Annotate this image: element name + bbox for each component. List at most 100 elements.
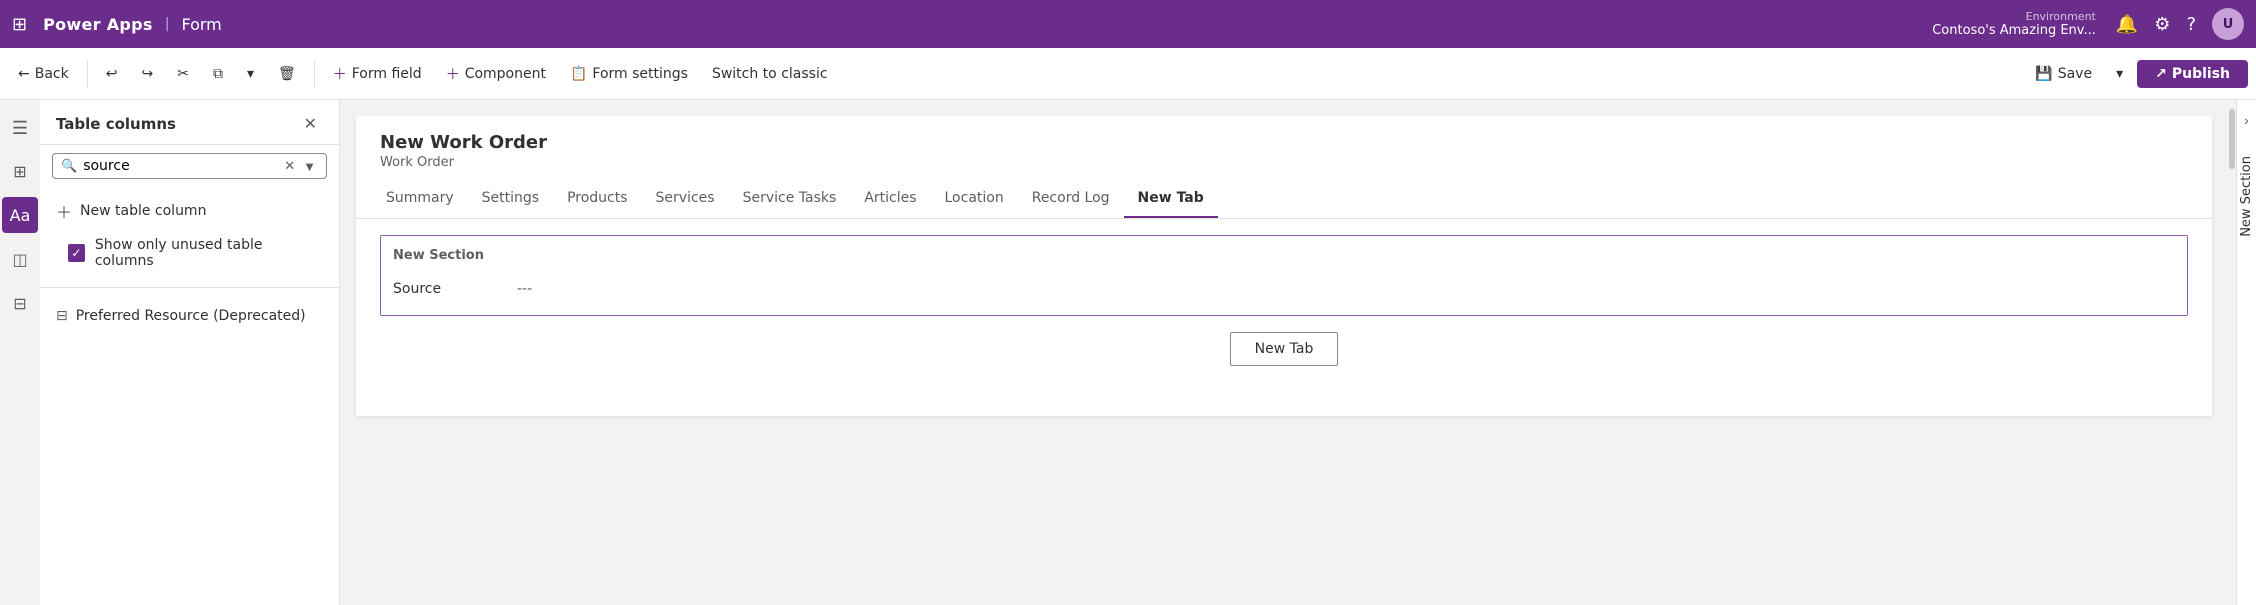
cut-icon: ✂ <box>177 66 189 82</box>
show-unused-label: Show only unused table columns <box>95 237 311 269</box>
plus-icon-new-column: ＋ <box>56 199 72 223</box>
publish-button[interactable]: ↗ Publish <box>2137 60 2248 88</box>
publish-label: Publish <box>2172 66 2230 82</box>
env-name: Contoso's Amazing Env... <box>1932 23 2096 38</box>
form-title-area: New Work Order Work Order <box>356 116 2212 170</box>
back-button[interactable]: ← Back <box>8 60 79 88</box>
settings-icon[interactable]: ⚙ <box>2154 14 2170 35</box>
tab-services[interactable]: Services <box>642 180 729 218</box>
avatar[interactable]: U <box>2212 8 2244 40</box>
search-filter-button[interactable]: ▼ <box>301 159 318 174</box>
table-columns-panel: Table columns ✕ 🔍 ✕ ▼ ＋ New table column… <box>40 100 340 605</box>
back-arrow-icon: ← <box>18 66 30 82</box>
delete-button[interactable]: 🗑 <box>268 60 306 88</box>
form-settings-button[interactable]: 📋 Form settings <box>560 60 698 88</box>
new-table-column-button[interactable]: ＋ New table column <box>52 191 327 231</box>
dropdown-arrow-icon: ▾ <box>247 66 254 82</box>
delete-icon: 🗑 <box>278 66 296 82</box>
search-icon: 🔍 <box>61 159 77 174</box>
top-navigation: ⊞ Power Apps | Form Environment Contoso'… <box>0 0 2256 48</box>
field-label: Source <box>393 281 493 297</box>
copy-button[interactable]: ⧉ <box>203 60 233 88</box>
help-icon[interactable]: ? <box>2186 14 2196 35</box>
form-content: New Section Source --- New Tab <box>356 219 2212 382</box>
form-field-label: Form field <box>352 66 422 82</box>
column-list: ⊟ Preferred Resource (Deprecated) <box>40 296 339 336</box>
form-label: Form <box>181 15 221 34</box>
plus-icon-component: ＋ <box>446 64 460 84</box>
publish-icon: ↗ <box>2155 66 2167 82</box>
search-input[interactable] <box>83 158 278 174</box>
save-dropdown-button[interactable]: ▾ <box>2106 60 2133 88</box>
tab-summary[interactable]: Summary <box>372 180 468 218</box>
form-settings-icon: 📋 <box>570 66 587 82</box>
tab-location[interactable]: Location <box>931 180 1018 218</box>
new-tab-button-container: New Tab <box>380 332 2188 366</box>
undo-button[interactable]: ↩ <box>96 60 128 88</box>
add-form-field-button[interactable]: ＋ Form field <box>323 58 432 90</box>
save-label: Save <box>2058 66 2092 82</box>
switch-to-classic-button[interactable]: Switch to classic <box>702 60 838 88</box>
nav-icons: 🔔 ⚙ ? U <box>2116 8 2244 40</box>
search-bar: 🔍 ✕ ▼ <box>52 153 327 179</box>
column-item-label: Preferred Resource (Deprecated) <box>76 308 306 324</box>
list-item[interactable]: ⊟ Preferred Resource (Deprecated) <box>52 300 327 332</box>
form-settings-label: Form settings <box>592 66 688 82</box>
toolbar-divider-1 <box>87 60 88 88</box>
right-panel-section-label: New Section <box>2237 148 2256 245</box>
new-tab-button[interactable]: New Tab <box>1230 332 1339 366</box>
paste-dropdown-button[interactable]: ▾ <box>237 60 264 88</box>
field-value: --- <box>517 281 532 297</box>
tab-service-tasks[interactable]: Service Tasks <box>729 180 851 218</box>
scrollbar-thumb[interactable] <box>2229 109 2235 169</box>
app-grid-icon[interactable]: ⊞ <box>12 14 27 35</box>
show-unused-checkbox-row[interactable]: ✓ Show only unused table columns <box>64 231 315 275</box>
environment-block: Environment Contoso's Amazing Env... <box>1932 10 2096 38</box>
tab-new-tab[interactable]: New Tab <box>1124 180 1218 218</box>
collapse-sidebar-button[interactable]: ☰ <box>6 112 34 145</box>
tab-articles[interactable]: Articles <box>850 180 930 218</box>
right-panel-collapse-button[interactable]: › <box>2240 100 2253 140</box>
add-component-button[interactable]: ＋ Component <box>436 58 556 90</box>
notification-icon[interactable]: 🔔 <box>2116 14 2138 35</box>
env-label: Environment <box>2026 10 2096 23</box>
panel-divider <box>40 287 339 288</box>
sidebar-item-data[interactable]: ⊟ <box>2 285 38 321</box>
panel-header: Table columns ✕ <box>40 100 339 145</box>
column-item-icon: ⊟ <box>56 308 68 324</box>
tab-products[interactable]: Products <box>553 180 641 218</box>
app-name: Power Apps <box>43 15 153 34</box>
switch-classic-label: Switch to classic <box>712 66 828 82</box>
main-layout: ☰ ⊞ Aa ◫ ⊟ Table columns ✕ 🔍 ✕ ▼ ＋ New t… <box>0 100 2256 605</box>
field-row: Source --- <box>393 275 2175 303</box>
plus-icon-form-field: ＋ <box>333 64 347 84</box>
save-dropdown-arrow-icon: ▾ <box>2116 66 2123 82</box>
form-subtitle: Work Order <box>380 155 2188 170</box>
save-button[interactable]: 💾 Save <box>2025 60 2102 88</box>
sidebar-item-components[interactable]: ◫ <box>2 241 38 277</box>
back-label: Back <box>35 66 69 82</box>
checkmark-icon: ✓ <box>71 246 81 260</box>
right-panel: › New Section <box>2236 100 2256 605</box>
panel-title: Table columns <box>56 115 298 133</box>
cut-button[interactable]: ✂ <box>167 60 199 88</box>
filter-icon: ▼ <box>303 159 316 174</box>
redo-button[interactable]: ↪ <box>131 60 163 88</box>
tab-settings[interactable]: Settings <box>468 180 553 218</box>
search-clear-button[interactable]: ✕ <box>284 158 295 174</box>
nav-separator: | <box>165 16 170 32</box>
scrollbar-track <box>2228 100 2236 605</box>
tab-record-log[interactable]: Record Log <box>1018 180 1124 218</box>
sidebar-icon-list: ⊞ Aa ◫ ⊟ <box>2 153 38 321</box>
show-unused-checkbox[interactable]: ✓ <box>68 244 85 262</box>
copy-icon: ⧉ <box>213 66 223 82</box>
panel-close-button[interactable]: ✕ <box>298 112 323 136</box>
canvas-area: New Work Order Work Order Summary Settin… <box>340 100 2228 605</box>
sidebar-item-form[interactable]: Aa <box>2 197 38 233</box>
form-title: New Work Order <box>380 132 2188 153</box>
sidebar-item-layers[interactable]: ⊞ <box>2 153 38 189</box>
panel-actions: ＋ New table column ✓ Show only unused ta… <box>40 187 339 279</box>
component-label: Component <box>465 66 546 82</box>
toolbar-divider-2 <box>314 60 315 88</box>
form-section: New Section Source --- <box>380 235 2188 316</box>
